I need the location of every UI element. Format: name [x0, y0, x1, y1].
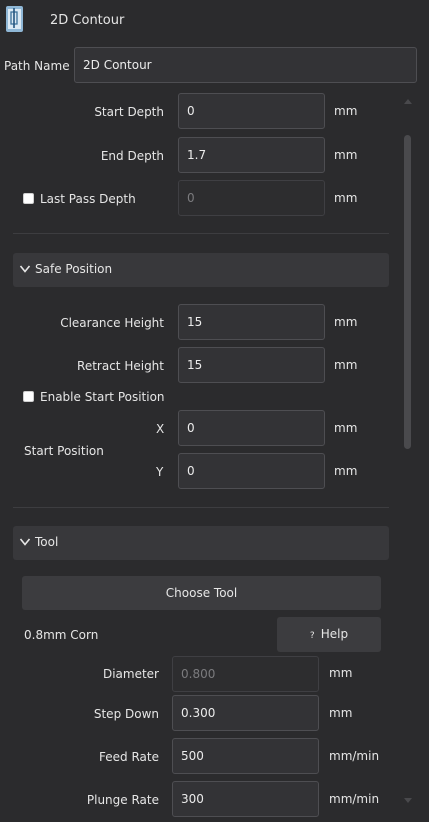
tool-section-header[interactable]: Tool	[13, 526, 389, 560]
start-x-label: X	[156, 422, 165, 436]
last-pass-depth-label: Last Pass Depth	[40, 192, 136, 206]
last-pass-depth-unit: mm	[334, 191, 358, 205]
path-name-label: Path Name	[4, 59, 70, 73]
start-depth-label: Start Depth	[94, 105, 164, 119]
end-depth-label: End Depth	[100, 149, 164, 163]
start-depth-unit: mm	[334, 104, 358, 118]
last-pass-depth-checkbox[interactable]	[23, 193, 34, 204]
tool-section-title: Tool	[35, 535, 59, 549]
diameter-label: Diameter	[102, 667, 159, 681]
start-y-label: Y	[156, 465, 164, 479]
scroll-down-arrow-icon[interactable]	[403, 797, 413, 805]
feed-rate-label: Feed Rate	[99, 750, 159, 764]
section-divider	[13, 507, 389, 508]
end-depth-input[interactable]	[178, 137, 325, 173]
section-divider	[13, 233, 389, 234]
step-down-label: Step Down	[93, 707, 159, 721]
plunge-rate-unit: mm/min	[329, 792, 380, 806]
start-y-input[interactable]	[178, 453, 325, 489]
last-pass-depth-input	[178, 180, 325, 216]
diameter-unit: mm	[329, 666, 353, 680]
safe-position-section-header[interactable]: Safe Position	[13, 253, 389, 287]
start-y-unit: mm	[334, 464, 358, 478]
app-icon	[5, 4, 25, 34]
page-title: 2D Contour	[50, 13, 125, 28]
clearance-height-input[interactable]	[178, 304, 325, 340]
plunge-rate-input[interactable]	[172, 781, 319, 817]
start-depth-input[interactable]	[178, 93, 325, 129]
diameter-input	[172, 656, 319, 692]
safe-position-title: Safe Position	[35, 262, 113, 276]
enable-start-position-label: Enable Start Position	[40, 390, 165, 404]
help-button[interactable]: ? Help	[277, 617, 381, 652]
chevron-down-icon	[19, 265, 31, 273]
chevron-down-icon	[19, 538, 31, 546]
feed-rate-input[interactable]	[172, 738, 319, 774]
start-x-unit: mm	[334, 421, 358, 435]
retract-height-input[interactable]	[178, 347, 325, 383]
step-down-input[interactable]	[172, 695, 319, 731]
end-depth-unit: mm	[334, 148, 358, 162]
retract-height-label: Retract Height	[77, 359, 164, 373]
start-x-input[interactable]	[178, 410, 325, 446]
clearance-height-unit: mm	[334, 315, 358, 329]
clearance-height-label: Clearance Height	[60, 316, 164, 330]
scrollbar-thumb[interactable]	[404, 135, 411, 449]
start-position-label: Start Position	[24, 444, 104, 458]
enable-start-position-checkbox[interactable]	[23, 391, 34, 402]
retract-height-unit: mm	[334, 358, 358, 372]
scroll-up-arrow-icon[interactable]	[403, 97, 413, 105]
step-down-unit: mm	[329, 706, 353, 720]
plunge-rate-label: Plunge Rate	[86, 793, 159, 807]
help-icon: ?	[309, 631, 315, 641]
choose-tool-button[interactable]: Choose Tool	[22, 576, 381, 610]
tool-name-label: 0.8mm Corn	[24, 628, 99, 642]
path-name-input[interactable]	[74, 47, 417, 83]
help-button-label: Help	[320, 627, 349, 641]
feed-rate-unit: mm/min	[329, 749, 380, 763]
